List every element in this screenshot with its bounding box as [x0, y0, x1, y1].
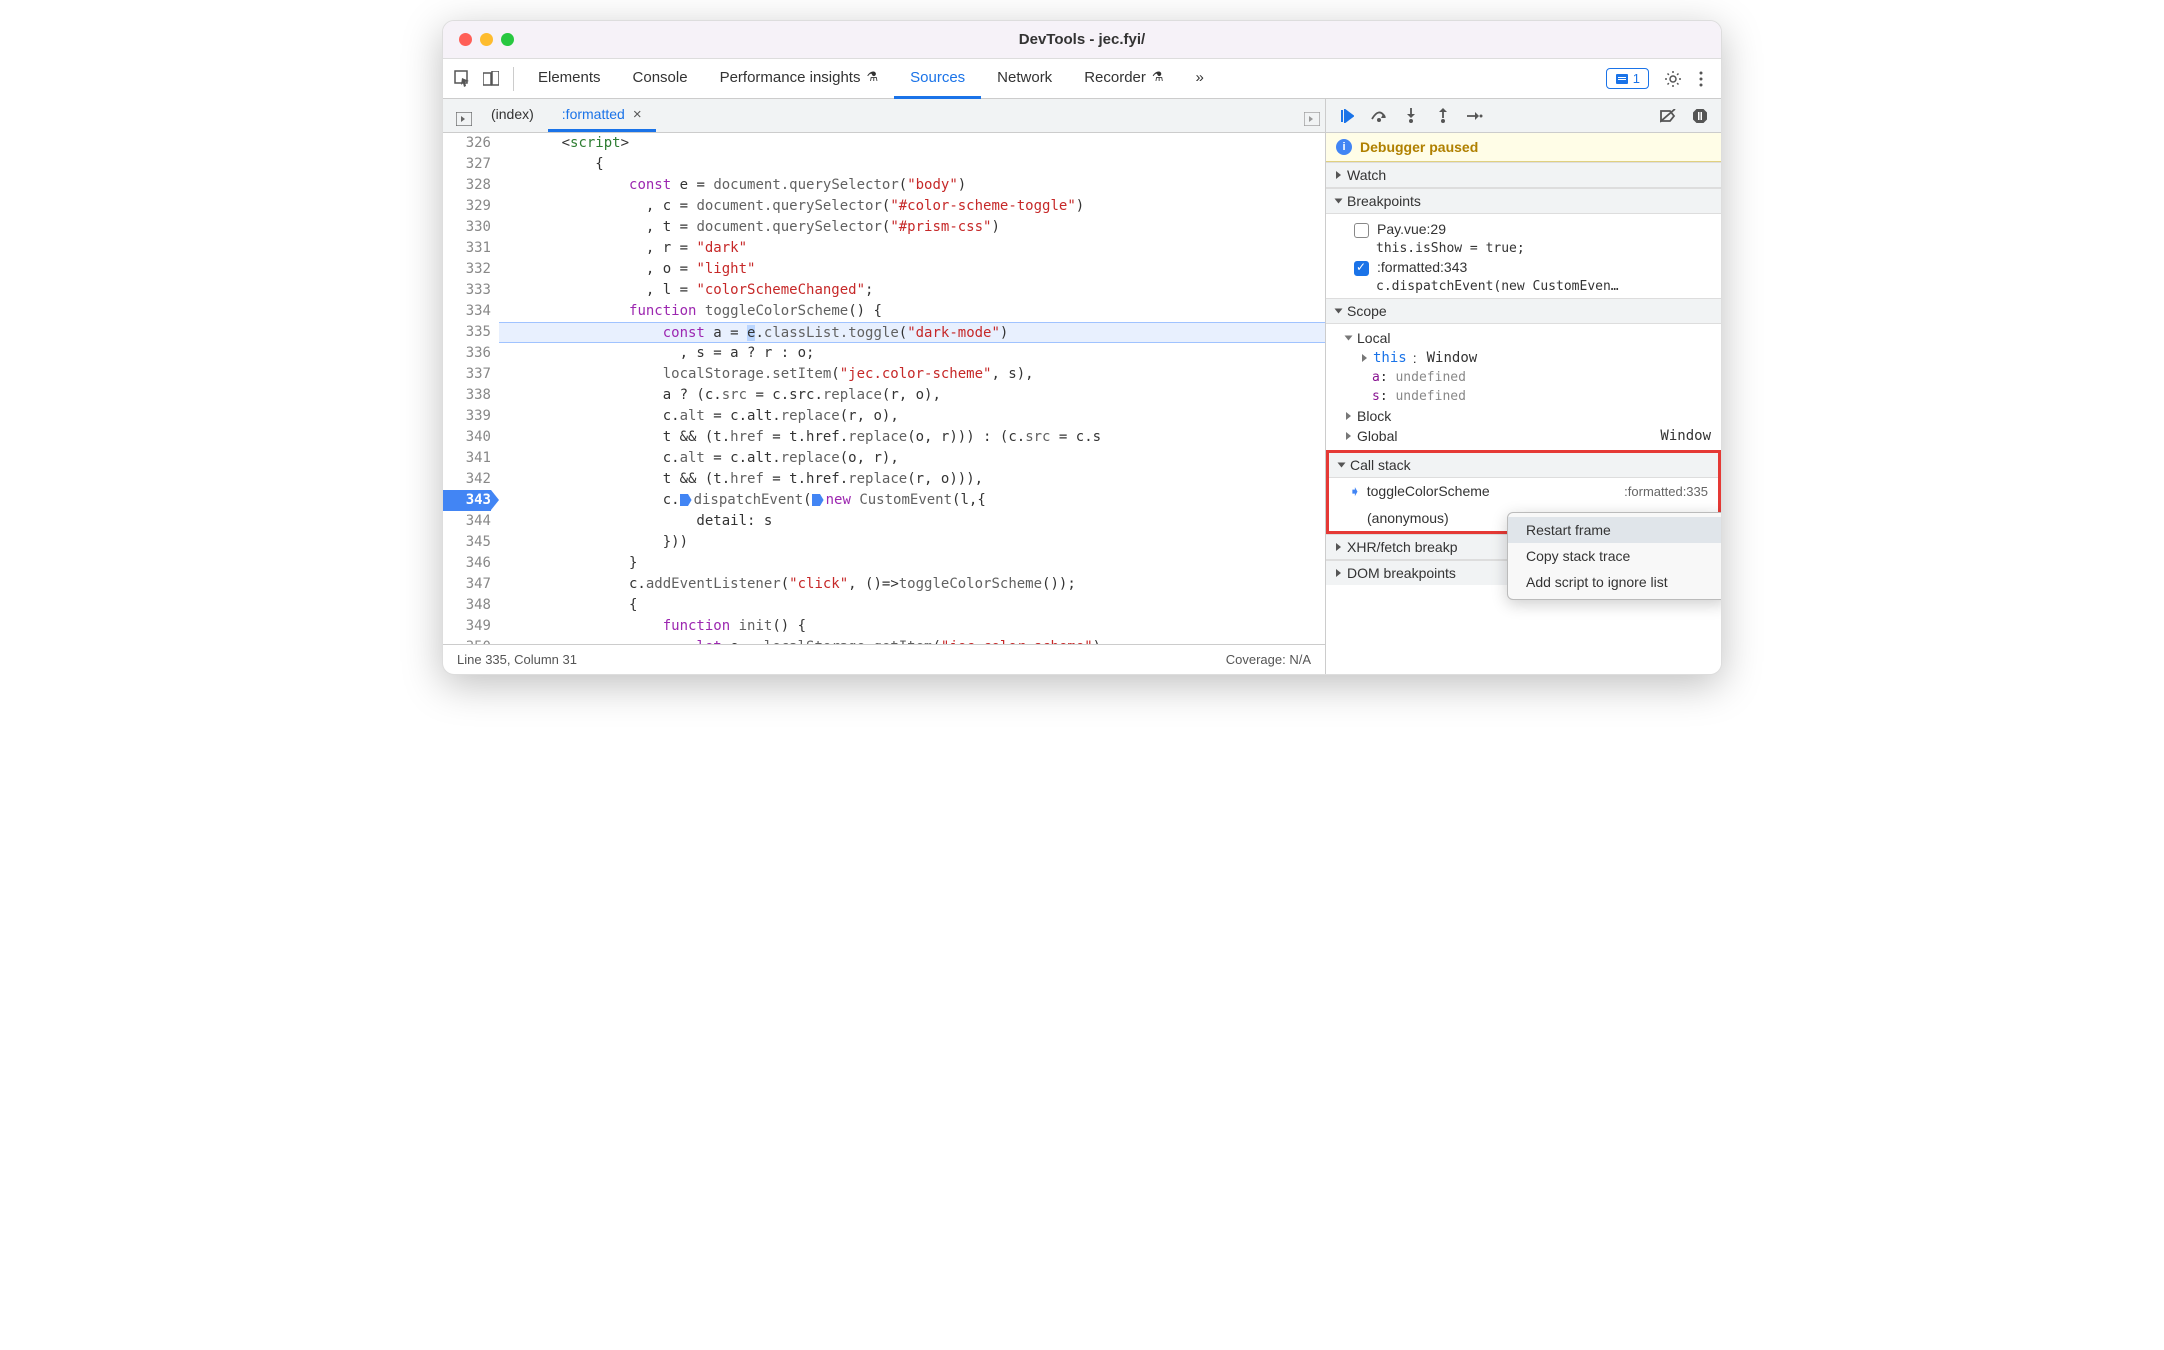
step-over-button[interactable] [1368, 105, 1390, 127]
resume-button[interactable] [1336, 105, 1358, 127]
step-into-button[interactable] [1400, 105, 1422, 127]
step-out-button[interactable] [1432, 105, 1454, 127]
deactivate-breakpoints-button[interactable] [1657, 105, 1679, 127]
tab-console[interactable]: Console [617, 59, 704, 99]
scope-block[interactable]: Block [1326, 406, 1721, 426]
breakpoint-item[interactable]: :formatted:343 [1326, 256, 1721, 279]
scope-global[interactable]: GlobalWindow [1326, 426, 1721, 446]
inspect-element-icon[interactable] [449, 65, 477, 93]
file-tab-formatted[interactable]: :formatted × [548, 99, 656, 132]
statusbar: Line 335, Column 31 Coverage: N/A [443, 644, 1325, 674]
file-tab-index[interactable]: (index) [477, 99, 548, 132]
watch-section-header[interactable]: Watch [1326, 162, 1721, 188]
tab-elements[interactable]: Elements [522, 59, 617, 99]
info-icon: i [1336, 139, 1352, 155]
scope-this[interactable]: this: Window [1326, 348, 1721, 368]
scope-variable[interactable]: a: undefined [1326, 368, 1721, 387]
issues-icon [1615, 72, 1629, 86]
breakpoints-section-header[interactable]: Breakpoints [1326, 188, 1721, 214]
tab-performance-insights[interactable]: Performance insights ⚗ [704, 59, 895, 99]
settings-icon[interactable] [1659, 65, 1687, 93]
coverage-status: Coverage: N/A [1226, 652, 1311, 667]
issues-badge[interactable]: 1 [1606, 68, 1649, 89]
run-snippet-icon[interactable] [1299, 106, 1325, 132]
breakpoints-list: Pay.vue:29 this.isShow = true; :formatte… [1326, 214, 1721, 298]
tab-recorder[interactable]: Recorder ⚗ [1068, 59, 1179, 99]
device-toolbar-icon[interactable] [477, 65, 505, 93]
flask-icon: ⚗ [1152, 69, 1164, 85]
panel-tabs: Elements Console Performance insights ⚗ … [522, 59, 1220, 99]
window-title: DevTools - jec.fyi/ [1019, 31, 1145, 48]
menu-item-copy-stack-trace[interactable]: Copy stack trace [1508, 543, 1721, 569]
maximize-window-button[interactable] [501, 33, 514, 46]
step-button[interactable] [1464, 105, 1486, 127]
context-menu: Restart frame Copy stack trace Add scrip… [1507, 512, 1721, 600]
code-editor[interactable]: 3263273283293303313323333343353363373383… [443, 133, 1325, 644]
close-window-button[interactable] [459, 33, 472, 46]
breakpoint-code: c.dispatchEvent(new CustomEven… [1326, 279, 1721, 294]
tab-network[interactable]: Network [981, 59, 1068, 99]
scope-local[interactable]: Local [1326, 328, 1721, 348]
menu-item-add-to-ignore[interactable]: Add script to ignore list [1508, 569, 1721, 595]
callstack-frame[interactable]: ➧ toggleColorScheme :formatted:335 [1329, 478, 1718, 505]
current-frame-arrow-icon: ➧ [1349, 483, 1361, 500]
more-options-icon[interactable] [1687, 65, 1715, 93]
breakpoint-item[interactable]: Pay.vue:29 [1326, 218, 1721, 241]
menu-item-restart-frame[interactable]: Restart frame [1508, 517, 1721, 543]
flask-icon: ⚗ [866, 69, 878, 85]
debugger-toolbar [1326, 99, 1721, 133]
editor-column: (index) :formatted × 3263273283293303313… [443, 99, 1326, 674]
minimize-window-button[interactable] [480, 33, 493, 46]
debugger-paused-banner: i Debugger paused [1326, 133, 1721, 162]
navigator-toggle-icon[interactable] [451, 106, 477, 132]
scope-variable[interactable]: s: undefined [1326, 387, 1721, 406]
titlebar: DevTools - jec.fyi/ [443, 21, 1721, 59]
line-gutter[interactable]: 3263273283293303313323333343353363373383… [443, 133, 499, 644]
tab-sources[interactable]: Sources [894, 59, 981, 99]
panel-toolbar: Elements Console Performance insights ⚗ … [443, 59, 1721, 99]
breakpoint-checkbox[interactable] [1354, 223, 1369, 238]
breakpoint-checkbox[interactable] [1354, 261, 1369, 276]
cursor-position: Line 335, Column 31 [457, 652, 577, 667]
more-tabs-button[interactable]: » [1180, 59, 1220, 99]
devtools-window: DevTools - jec.fyi/ Elements Console Per… [442, 20, 1722, 675]
code-content[interactable]: <script> { const e = document.querySelec… [499, 133, 1325, 644]
scope-body: Local this: Window a: undefined s: undef… [1326, 324, 1721, 450]
close-tab-icon[interactable]: × [633, 106, 642, 123]
main-area: (index) :formatted × 3263273283293303313… [443, 99, 1721, 674]
file-tabs: (index) :formatted × [443, 99, 1325, 133]
traffic-lights [459, 33, 514, 46]
breakpoint-code: this.isShow = true; [1326, 241, 1721, 256]
pause-on-exceptions-button[interactable] [1689, 105, 1711, 127]
debugger-sidebar: i Debugger paused Watch Breakpoints Pay.… [1326, 99, 1721, 674]
scope-section-header[interactable]: Scope [1326, 298, 1721, 324]
callstack-section-header[interactable]: Call stack [1329, 453, 1718, 478]
